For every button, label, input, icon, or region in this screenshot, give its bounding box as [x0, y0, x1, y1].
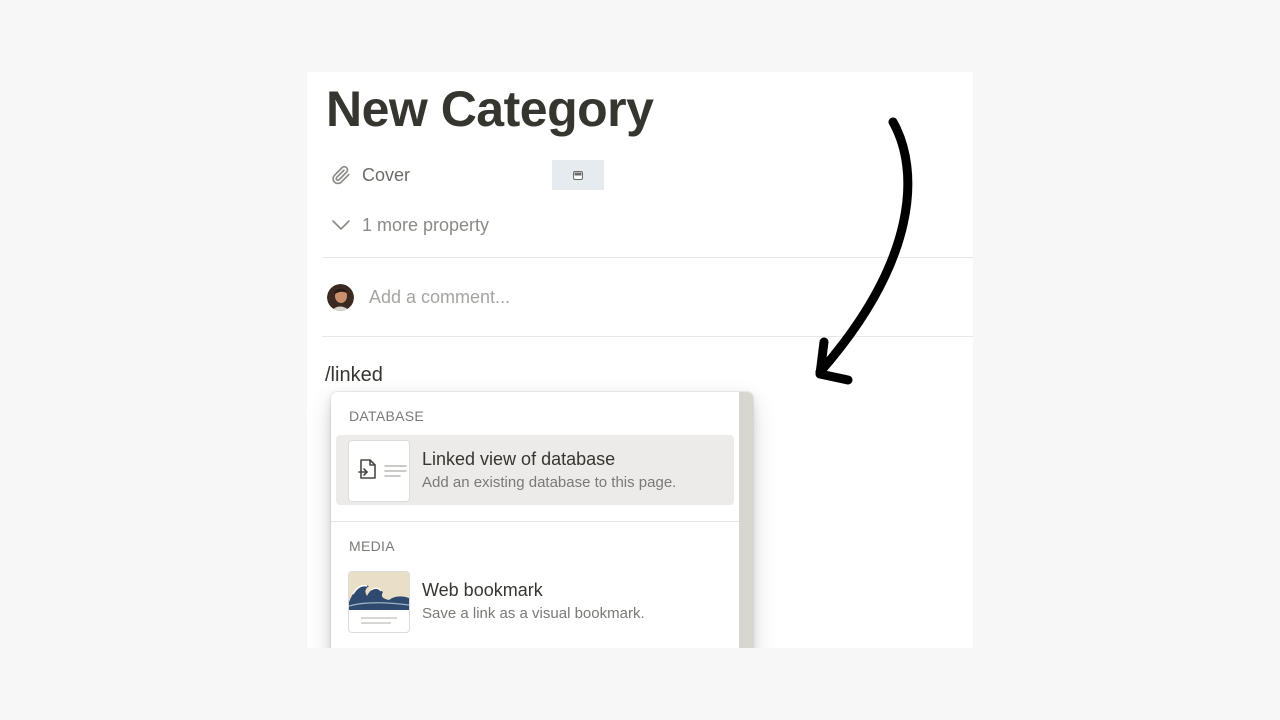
slash-command-text[interactable]: /linked: [325, 364, 383, 387]
comment-row: Add a comment...: [327, 284, 510, 311]
menu-item-description: Add an existing database to this page.: [422, 474, 677, 491]
menu-item-description: Save a link as a visual bookmark.: [422, 605, 645, 622]
page-title[interactable]: New Category: [326, 80, 654, 138]
menu-scrollbar[interactable]: [739, 392, 753, 648]
property-label-cover: Cover: [362, 164, 411, 185]
menu-item-web-bookmark[interactable]: Web bookmark Save a link as a visual boo…: [336, 566, 734, 636]
menu-item-title: Linked view of database: [422, 449, 616, 469]
slash-command-menu: DATABASE Linked view of database Add an …: [331, 392, 753, 648]
paperclip-icon: [329, 163, 353, 187]
menu-item-title: Web bookmark: [422, 580, 543, 600]
section-header-database: DATABASE: [349, 408, 425, 424]
chevron-down-icon: [329, 213, 353, 237]
cover-thumbnail[interactable]: [552, 160, 604, 190]
property-row-cover[interactable]: Cover: [329, 160, 410, 190]
comment-input[interactable]: Add a comment...: [369, 287, 510, 308]
more-properties-label: 1 more property: [362, 214, 490, 235]
wave-image-icon: [348, 571, 410, 633]
cover-image-icon: [573, 170, 583, 180]
annotation-arrow-icon: [815, 117, 913, 385]
more-properties-toggle[interactable]: 1 more property: [329, 210, 489, 240]
menu-item-linked-view-of-database[interactable]: Linked view of database Add an existing …: [336, 435, 734, 505]
section-header-media: MEDIA: [349, 538, 395, 554]
avatar: [327, 284, 354, 311]
linked-database-icon: [348, 440, 410, 502]
menu-divider: [331, 521, 739, 522]
